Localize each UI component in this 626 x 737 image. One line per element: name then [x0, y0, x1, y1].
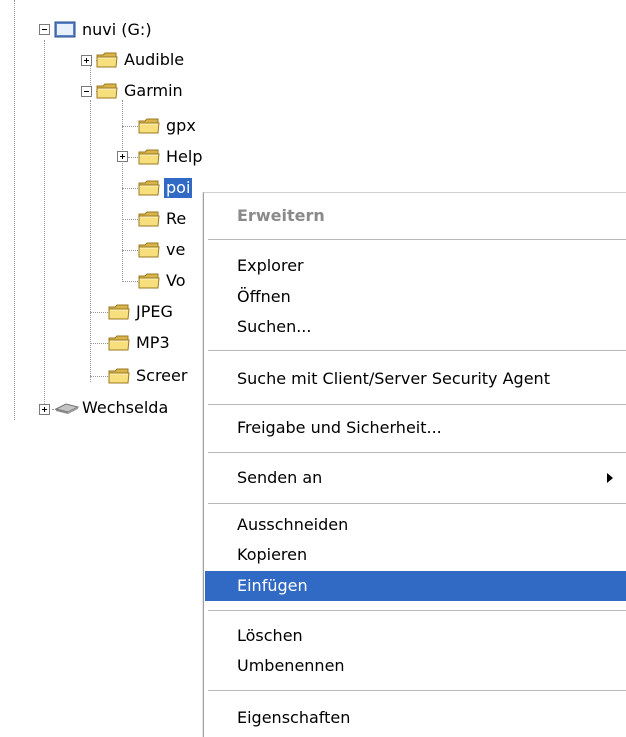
menu-separator	[208, 239, 626, 240]
folder-icon	[96, 82, 118, 100]
folder-icon	[138, 241, 160, 259]
collapse-toggle[interactable]	[81, 86, 92, 97]
tree-line	[122, 100, 123, 282]
drive-icon	[54, 21, 76, 38]
menu-separator	[208, 404, 626, 405]
folder-icon	[108, 367, 130, 385]
folder-icon	[96, 51, 118, 69]
tree-line	[44, 40, 45, 410]
expand-toggle[interactable]	[81, 55, 92, 66]
menu-separator	[208, 503, 626, 504]
submenu-arrow-icon	[607, 473, 613, 483]
menu-item-paste[interactable]: Einfügen	[205, 571, 626, 601]
expand-toggle[interactable]	[117, 151, 128, 162]
menu-item-search[interactable]: Suchen...	[205, 312, 626, 342]
folder-icon	[108, 303, 130, 321]
menu-item-explorer[interactable]: Explorer	[205, 251, 626, 281]
tree-line	[90, 100, 91, 382]
menu-item-cut[interactable]: Ausschneiden	[205, 510, 626, 540]
tree-item-label[interactable]: Screer	[136, 366, 187, 386]
menu-item-send-to[interactable]: Senden an	[205, 463, 626, 493]
tree-item-label[interactable]: Help	[166, 147, 202, 167]
tree-line	[90, 312, 110, 313]
menu-separator	[208, 350, 626, 351]
menu-separator	[208, 452, 626, 453]
folder-icon	[138, 179, 160, 197]
menu-item-delete[interactable]: Löschen	[205, 621, 626, 651]
menu-item-expand[interactable]: Erweitern	[205, 201, 626, 231]
folder-icon	[138, 210, 160, 228]
folder-icon	[138, 148, 160, 166]
collapse-toggle[interactable]	[39, 24, 50, 35]
tree-item-label[interactable]: Garmin	[124, 81, 183, 101]
tree-item-label[interactable]: JPEG	[136, 302, 173, 322]
tree-item-label[interactable]: gpx	[166, 116, 196, 136]
menu-separator	[208, 610, 626, 611]
tree-item-label[interactable]: nuvi (G:)	[82, 20, 152, 40]
menu-item-sharing-security[interactable]: Freigabe und Sicherheit...	[205, 413, 626, 443]
tree-item-label[interactable]: Vo	[166, 271, 186, 291]
folder-icon	[138, 117, 160, 135]
folder-icon	[108, 334, 130, 352]
menu-item-security-agent-search[interactable]: Suche mit Client/Server Security Agent	[205, 364, 626, 394]
folder-icon	[138, 272, 160, 290]
tree-line	[90, 343, 110, 344]
menu-item-open[interactable]: Öffnen	[205, 282, 626, 312]
tree-item-label[interactable]: Re	[166, 209, 186, 229]
tree-line	[14, 0, 15, 420]
tree-item-label[interactable]: Audible	[124, 50, 184, 70]
tree-item-label[interactable]: Wechselda	[82, 398, 168, 418]
menu-item-label: Senden an	[237, 468, 323, 487]
tree-item-label[interactable]: MP3	[136, 333, 170, 353]
menu-item-properties[interactable]: Eigenschaften	[205, 703, 626, 733]
tree-line	[90, 376, 110, 377]
menu-item-rename[interactable]: Umbenennen	[205, 651, 626, 681]
context-menu: Erweitern Explorer Öffnen Suchen... Such…	[203, 192, 626, 737]
tree-item-label[interactable]: ve	[166, 240, 185, 260]
removable-drive-icon	[54, 403, 80, 414]
tree-item-label-selected[interactable]: poi	[164, 178, 193, 198]
menu-separator	[208, 690, 626, 691]
expand-toggle[interactable]	[39, 404, 50, 415]
menu-item-copy[interactable]: Kopieren	[205, 540, 626, 570]
